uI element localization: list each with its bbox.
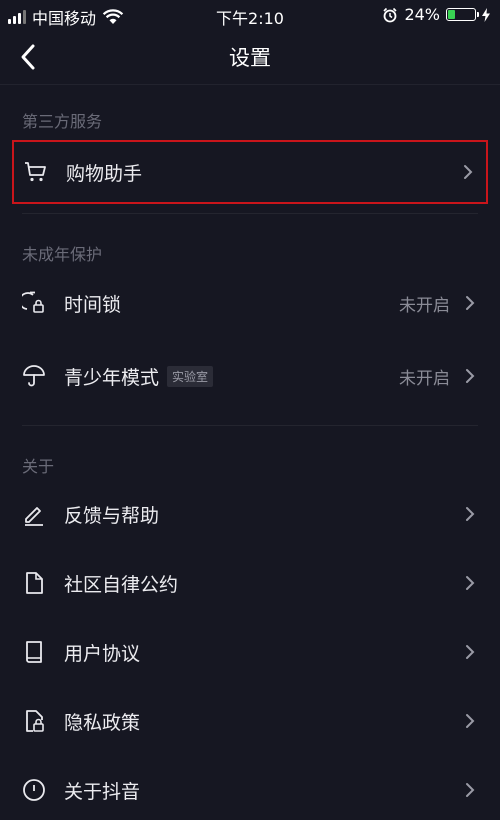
- chevron-right-icon: [466, 369, 475, 383]
- info-icon: [23, 779, 45, 801]
- battery-icon: [446, 8, 479, 21]
- chevron-right-icon: [466, 783, 475, 797]
- settings-item-time-lock[interactable]: 时间锁 未开启: [12, 273, 488, 333]
- settings-item-label: 时间锁: [64, 293, 122, 316]
- status-right: 24%: [382, 5, 490, 24]
- cart-icon: [25, 162, 46, 182]
- settings-item-label: 反馈与帮助: [64, 504, 160, 527]
- timelock-icon: [22, 291, 44, 313]
- status-bar: 中国移动 下午2:10 24%: [0, 0, 500, 30]
- section-header-minor-protection: 未成年保护: [22, 245, 103, 264]
- chevron-right-icon: [466, 507, 475, 521]
- chevron-right-icon: [466, 576, 475, 590]
- settings-item-label: 关于抖音: [64, 780, 141, 803]
- section-header-third-party: 第三方服务: [22, 112, 103, 131]
- book-icon: [26, 641, 42, 663]
- settings-item-label-group: 青少年模式 实验室: [64, 363, 214, 390]
- settings-item-shopping-assistant[interactable]: 购物助手: [12, 140, 488, 204]
- page-title: 设置: [229, 46, 271, 70]
- status-text: 未开启: [399, 368, 450, 389]
- chevron-right-icon: [466, 296, 475, 310]
- settings-item-label: 青少年模式: [64, 366, 160, 389]
- settings-item-user-agreement[interactable]: 用户协议: [12, 622, 488, 682]
- settings-item-label: 用户协议: [64, 642, 141, 665]
- divider: [22, 213, 478, 214]
- settings-item-about-douyin[interactable]: 关于抖音: [12, 760, 488, 820]
- document-icon: [26, 572, 43, 594]
- settings-item-community-convention[interactable]: 社区自律公约: [12, 553, 488, 613]
- lab-badge: 实验室: [167, 365, 214, 387]
- status-text: 未开启: [399, 295, 450, 316]
- charging-icon: [482, 7, 490, 22]
- divider: [22, 425, 478, 426]
- nav-bar: 设置: [0, 30, 500, 85]
- settings-item-feedback[interactable]: 反馈与帮助: [12, 484, 488, 544]
- umbrella-icon: [23, 365, 45, 387]
- alarm-icon: [383, 7, 398, 22]
- section-header-about: 关于: [22, 457, 55, 476]
- lock-document-icon: [26, 710, 44, 732]
- settings-item-privacy-policy[interactable]: 隐私政策: [12, 691, 488, 751]
- pencil-icon: [25, 507, 43, 526]
- settings-item-label: 社区自律公约: [64, 573, 179, 596]
- chevron-right-icon: [464, 165, 473, 179]
- settings-item-label: 购物助手: [66, 162, 143, 185]
- chevron-right-icon: [466, 714, 475, 728]
- settings-item-teen-mode[interactable]: 青少年模式 实验室 未开启: [12, 346, 488, 406]
- chevron-right-icon: [466, 645, 475, 659]
- settings-item-label: 隐私政策: [64, 711, 141, 734]
- battery-percent: 24%: [404, 5, 440, 24]
